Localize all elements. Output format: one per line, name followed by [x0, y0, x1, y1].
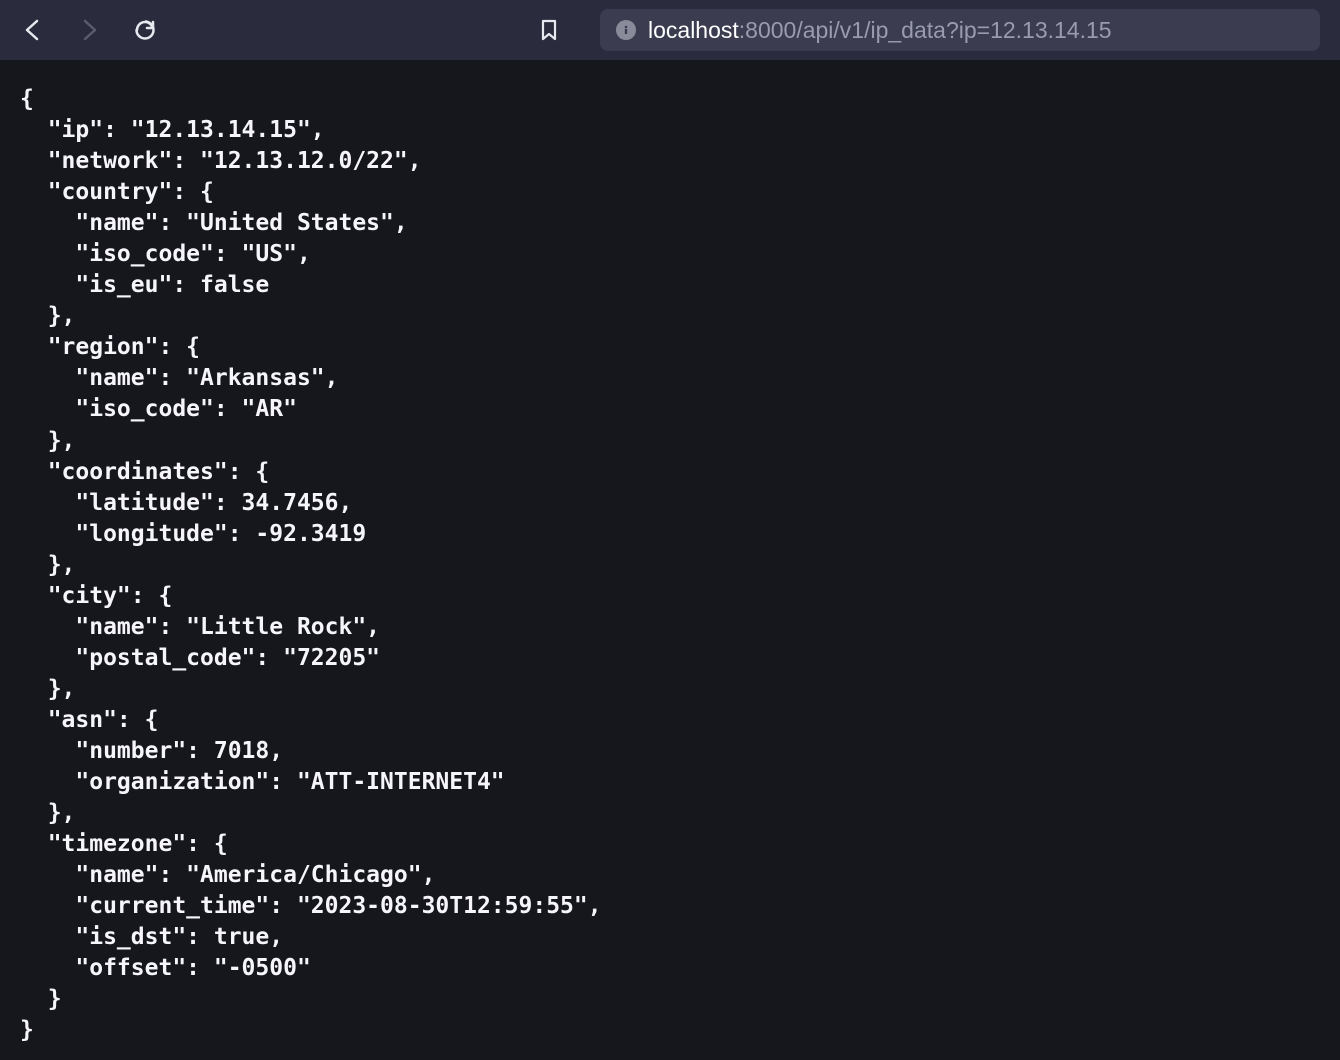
- back-button[interactable]: [20, 17, 46, 43]
- url-host: localhost: [648, 17, 739, 43]
- forward-icon: [79, 19, 99, 41]
- bookmark-icon: [539, 18, 559, 42]
- back-icon: [23, 19, 43, 41]
- forward-button[interactable]: [76, 17, 102, 43]
- url-display: localhost:8000/api/v1/ip_data?ip=12.13.1…: [648, 17, 1112, 44]
- page-content: { "ip": "12.13.14.15", "network": "12.13…: [0, 60, 1340, 1060]
- reload-icon: [133, 18, 157, 42]
- bookmark-button[interactable]: [536, 17, 562, 43]
- site-info-icon[interactable]: [616, 20, 636, 40]
- json-response-body: { "ip": "12.13.14.15", "network": "12.13…: [20, 84, 1320, 1046]
- info-icon: [620, 24, 632, 36]
- nav-button-group: [20, 17, 158, 43]
- address-bar[interactable]: localhost:8000/api/v1/ip_data?ip=12.13.1…: [600, 9, 1320, 51]
- browser-toolbar: localhost:8000/api/v1/ip_data?ip=12.13.1…: [0, 0, 1340, 60]
- reload-button[interactable]: [132, 17, 158, 43]
- url-path: :8000/api/v1/ip_data?ip=12.13.14.15: [739, 17, 1112, 43]
